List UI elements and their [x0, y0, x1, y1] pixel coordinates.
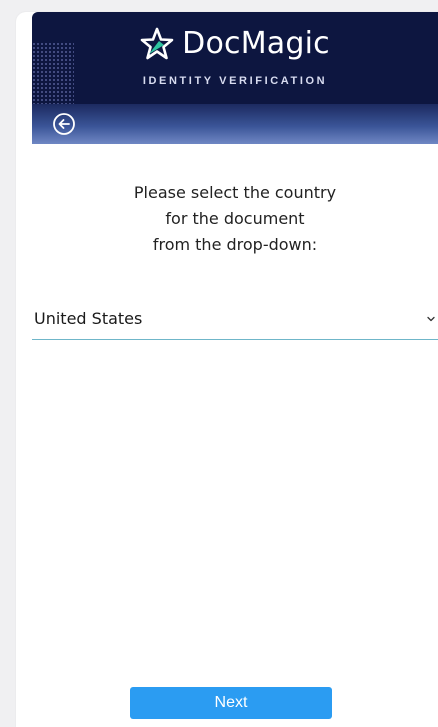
back-arrow-icon	[53, 113, 75, 135]
logo-text: DocMagic	[182, 26, 330, 61]
logo: DocMagic	[32, 26, 438, 61]
chevron-down-icon	[427, 316, 435, 322]
next-button[interactable]: Next	[130, 687, 332, 719]
instruction-line: from the drop-down:	[152, 235, 318, 254]
verification-card: DocMagic IDENTITY VERIFICATION Please se…	[16, 12, 438, 727]
country-select[interactable]: United States	[32, 299, 438, 340]
star-logo-icon	[140, 27, 174, 59]
instruction-line: Please select the country	[133, 183, 337, 202]
header-subtitle: IDENTITY VERIFICATION	[142, 75, 328, 87]
instruction-line: for the document	[165, 209, 305, 228]
app-header: DocMagic IDENTITY VERIFICATION	[32, 12, 438, 104]
back-button[interactable]	[52, 112, 76, 136]
nav-bar	[32, 104, 438, 144]
country-select-value: United States	[34, 309, 143, 328]
instruction-text: Please select the country for the docume…	[32, 180, 438, 258]
